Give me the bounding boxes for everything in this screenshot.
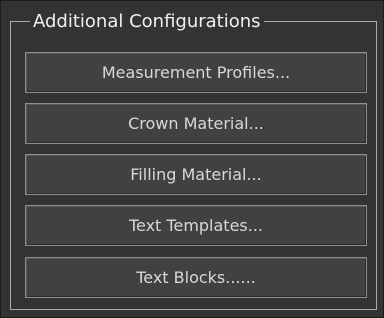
text-blocks-button[interactable]: Text Blocks...... [25,257,367,298]
crown-material-button[interactable]: Crown Material... [25,103,367,144]
text-templates-button[interactable]: Text Templates... [25,205,367,246]
measurement-profiles-button[interactable]: Measurement Profiles... [25,52,367,93]
filling-material-button[interactable]: Filling Material... [25,154,367,195]
groupbox-title: Additional Configurations [30,11,264,33]
configuration-panel: Additional Configurations Measurement Pr… [0,0,384,318]
